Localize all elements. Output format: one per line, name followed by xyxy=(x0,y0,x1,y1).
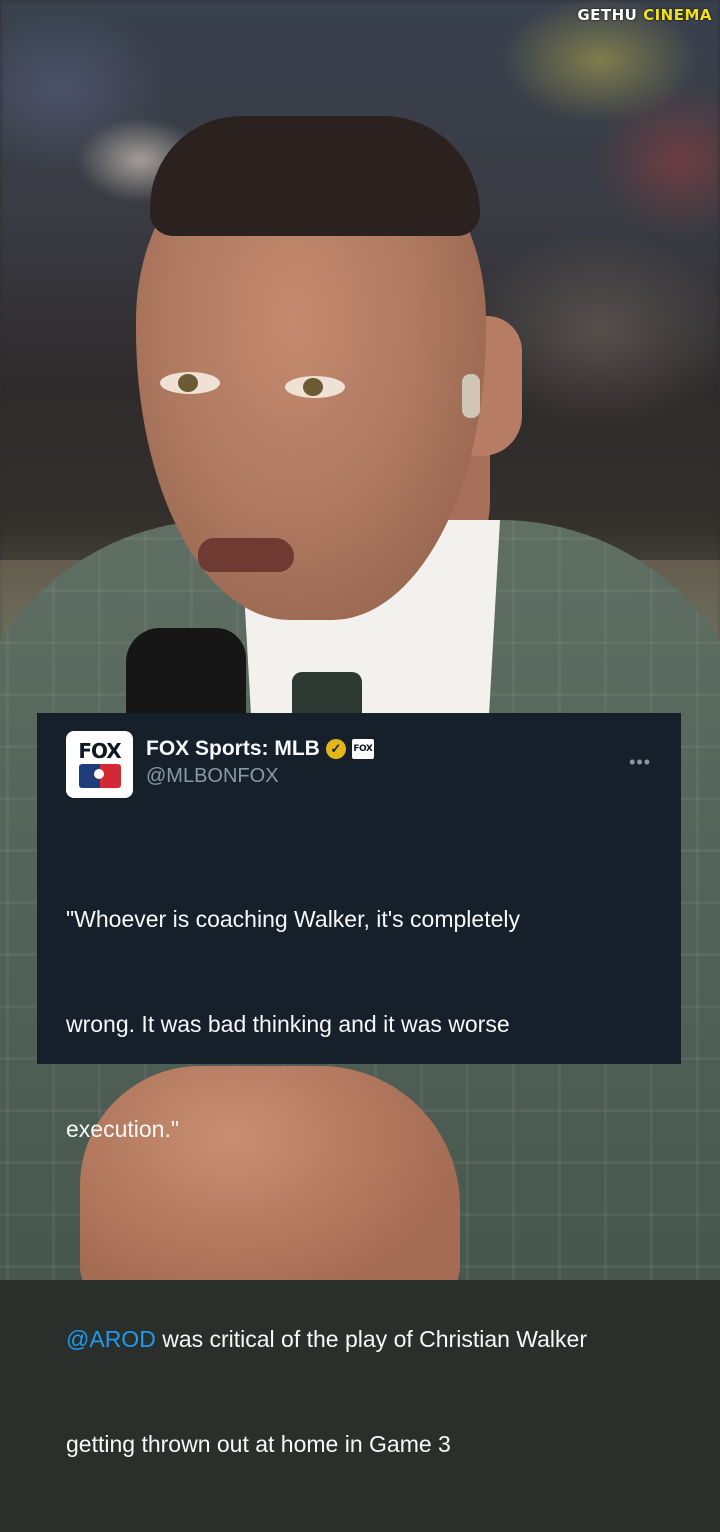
tweet-body: "Whoever is coaching Walker, it's comple… xyxy=(66,832,653,1532)
quote-line-3: execution." xyxy=(66,1116,180,1142)
tweet-header: FOX FOX Sports: MLB ✓ FOX @MLBONFOX ••• xyxy=(66,731,653,798)
avatar-fox-text: FOX xyxy=(78,739,121,763)
verified-gold-check-icon: ✓ xyxy=(325,739,346,759)
channel-watermark: GETHU CINEMA xyxy=(577,6,712,24)
quote-line-1: "Whoever is coaching Walker, it's comple… xyxy=(66,906,520,932)
tweet-card[interactable]: FOX FOX Sports: MLB ✓ FOX @MLBONFOX ••• … xyxy=(37,713,681,1457)
earpiece-icon xyxy=(462,374,480,418)
more-dots-icon[interactable]: ••• xyxy=(629,753,651,771)
avatar[interactable]: FOX xyxy=(66,731,133,798)
user-handle[interactable]: @MLBONFOX xyxy=(146,765,374,788)
body-line-1: @AROD was critical of the play of Christ… xyxy=(66,1322,653,1357)
mlb-logo-icon xyxy=(78,764,121,788)
quote-line-2: wrong. It was bad thinking and it was wo… xyxy=(66,1011,510,1037)
author-block: FOX Sports: MLB ✓ FOX @MLBONFOX xyxy=(146,731,374,788)
affiliate-badge-icon: FOX xyxy=(351,739,374,759)
name-row: FOX Sports: MLB ✓ FOX xyxy=(146,737,374,761)
display-name[interactable]: FOX Sports: MLB xyxy=(146,737,320,761)
right-eye xyxy=(285,376,345,398)
body-line-2: getting thrown out at home in Game 3 xyxy=(66,1431,451,1457)
mention-link[interactable]: @AROD xyxy=(66,1326,156,1352)
hair xyxy=(150,116,480,236)
watermark-part1: GETHU xyxy=(577,6,644,24)
watermark-part2: CINEMA xyxy=(643,6,712,24)
body-after-mention: was critical of the play of Christian Wa… xyxy=(155,1326,587,1352)
mouth xyxy=(198,538,294,572)
left-eye xyxy=(160,372,220,394)
